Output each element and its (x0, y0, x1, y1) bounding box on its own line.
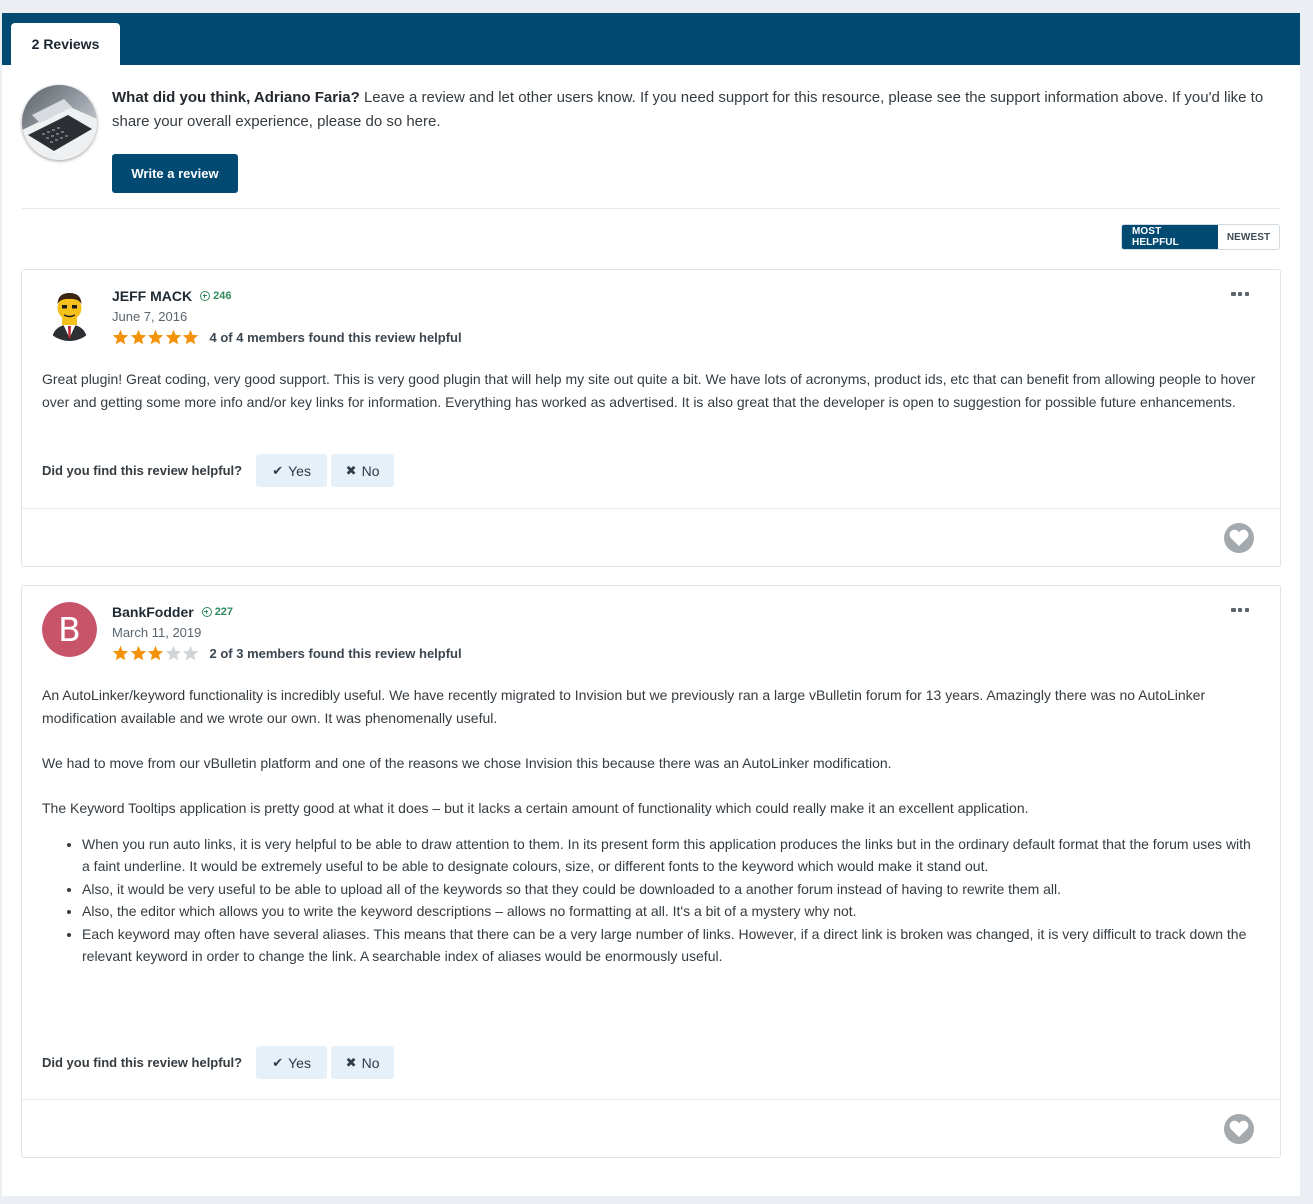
review-paragraph: The Keyword Tooltips application is pret… (42, 799, 1029, 816)
reputation-count: 246 (213, 290, 232, 302)
list-item: Also, the editor which allows you to wri… (82, 900, 1257, 923)
vote-no-label: No (361, 462, 380, 479)
check-icon: ✔ (272, 1054, 284, 1070)
reviewer-avatar[interactable]: B (42, 602, 97, 657)
ellipsis-icon[interactable] (1231, 606, 1249, 614)
star-filled-icon (165, 329, 181, 345)
review-rating: 2 of 3 members found this review helpful (112, 645, 462, 661)
review-prompt-lead: What did you think, Adriano Faria? (112, 89, 360, 106)
list-item: Each keyword may often have several alia… (82, 923, 1257, 968)
reputation-badge[interactable]: 227 (201, 606, 234, 618)
star-filled-icon (147, 329, 164, 345)
helpful-summary: 2 of 3 members found this review helpful (209, 645, 462, 661)
review-paragraph: An AutoLinker/keyword functionality is i… (42, 687, 1206, 726)
reviewer-info: BankFodder 227 (112, 604, 233, 620)
review-date: June 7, 2016 (112, 309, 188, 324)
reviewer-avatar[interactable] (42, 286, 97, 341)
x-icon: ✖ (345, 462, 357, 478)
list-item: Also, it would be very useful to be able… (82, 878, 1257, 901)
vote-yes-label: Yes (288, 1054, 311, 1071)
sort-most-helpful-button[interactable]: MOST HELPFUL (1122, 225, 1218, 249)
star-rating (112, 645, 200, 661)
sort-newest-button[interactable]: NEWEST (1218, 225, 1279, 249)
star-empty-icon (182, 645, 199, 661)
x-icon: ✖ (345, 1054, 357, 1070)
heart-icon[interactable] (1224, 523, 1254, 553)
vote-no-label: No (361, 1054, 380, 1071)
avatar-letter: B (42, 602, 97, 657)
star-filled-icon (112, 329, 129, 345)
review-date: March 11, 2019 (112, 625, 202, 640)
review-rating: 4 of 4 members found this review helpful (112, 329, 462, 345)
review-card: B BankFodder 227 March 11, 2019 2 of 3 m… (21, 585, 1281, 1158)
vote-yes-label: Yes (288, 462, 311, 479)
ellipsis-icon[interactable] (1231, 290, 1249, 298)
review-paragraph: Great plugin! Great coding, very good su… (42, 371, 1256, 410)
tab-reviews[interactable]: 2 Reviews (11, 23, 120, 65)
vote-yes-button[interactable]: ✔ Yes (256, 454, 328, 487)
star-empty-icon (165, 645, 181, 661)
review-bullet-list: When you run auto links, it is very help… (42, 833, 1257, 968)
review-paragraph: We had to move from our vBulletin platfo… (42, 754, 892, 771)
review-prompt-text: What did you think, Adriano Faria? Leave… (112, 86, 1272, 134)
vote-no-button[interactable]: ✖ No (331, 1046, 395, 1079)
helpful-summary: 4 of 4 members found this review helpful (209, 329, 462, 345)
review-footer (22, 508, 1280, 566)
star-rating (112, 329, 200, 345)
review-body: Great plugin! Great coding, very good su… (42, 368, 1257, 436)
reviews-panel: 2 Reviews What did you think, Adriano Fa… (2, 13, 1300, 1196)
sort-toggle: MOST HELPFUL NEWEST (1121, 224, 1280, 250)
review-body: An AutoLinker/keyword functionality is i… (42, 684, 1257, 968)
check-icon: ✔ (272, 462, 284, 478)
vote-no-button[interactable]: ✖ No (331, 454, 395, 487)
helpful-vote-row: Did you find this review helpful? ✔ Yes ✖… (42, 1046, 398, 1079)
reviewer-name[interactable]: BankFodder (112, 604, 194, 620)
list-item: When you run auto links, it is very help… (82, 833, 1257, 878)
star-filled-icon (130, 329, 146, 345)
divider (22, 208, 1280, 209)
reputation-badge[interactable]: 246 (200, 290, 231, 302)
review-footer (22, 1099, 1280, 1157)
write-review-button[interactable]: Write a review (112, 154, 238, 193)
helpful-question: Did you find this review helpful? (42, 463, 243, 478)
star-filled-icon (182, 329, 199, 345)
plus-circle-icon (201, 607, 212, 617)
plus-circle-icon (200, 291, 211, 301)
star-filled-icon (112, 645, 129, 661)
current-user-avatar[interactable] (22, 85, 97, 160)
heart-icon[interactable] (1224, 1114, 1254, 1144)
vote-yes-button[interactable]: ✔ Yes (256, 1046, 328, 1079)
star-filled-icon (147, 645, 164, 661)
review-card: JEFF MACK 246 June 7, 2016 4 of 4 member… (21, 269, 1281, 567)
reviewer-info: JEFF MACK 246 (112, 288, 231, 304)
star-filled-icon (130, 645, 146, 661)
helpful-vote-row: Did you find this review helpful? ✔ Yes ✖… (42, 454, 398, 487)
reputation-count: 227 (214, 606, 234, 618)
reviewer-name[interactable]: JEFF MACK (112, 288, 192, 304)
helpful-question: Did you find this review helpful? (42, 1055, 243, 1070)
tab-bar: 2 Reviews (2, 13, 1300, 65)
